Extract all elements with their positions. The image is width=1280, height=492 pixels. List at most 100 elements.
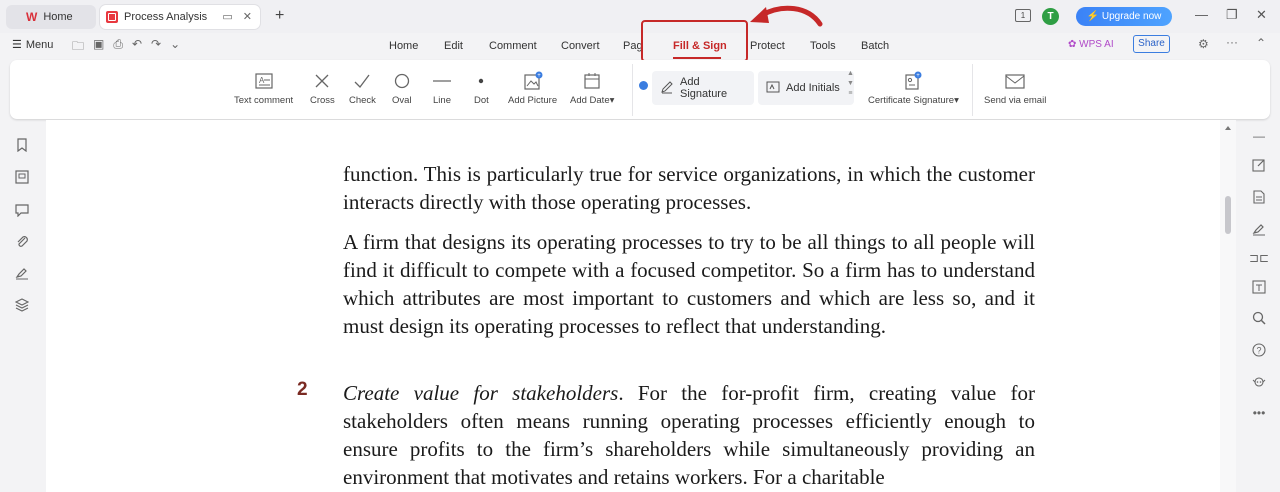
page-badge-icon[interactable]: 1	[1015, 9, 1031, 22]
add-date-tool[interactable]: Add Date▾	[570, 70, 614, 106]
attachment-icon[interactable]	[14, 233, 30, 249]
add-picture-tool[interactable]: + Add Picture	[508, 70, 557, 106]
nav-comment[interactable]: Comment	[489, 40, 537, 52]
line-icon	[432, 70, 452, 92]
nav-tools[interactable]: Tools	[810, 40, 836, 52]
line-label: Line	[433, 95, 451, 106]
signature-panel-icon[interactable]	[14, 265, 30, 281]
tab-home[interactable]: W Home	[6, 5, 96, 29]
certificate-signature-tool[interactable]: + Certificate Signature▾	[868, 70, 959, 106]
pen-icon	[660, 80, 674, 97]
minimize-icon[interactable]: —	[1195, 7, 1208, 22]
document-page: function. This is particularly true for …	[46, 120, 1220, 492]
nav-batch[interactable]: Batch	[861, 40, 889, 52]
scroll-up-arrow-icon[interactable]	[1225, 126, 1231, 130]
chevron-down-icon: ▾	[609, 95, 615, 106]
vertical-scrollbar[interactable]	[1220, 120, 1236, 492]
dot-label: Dot	[474, 95, 489, 106]
send-via-email-tool[interactable]: Send via email	[984, 70, 1046, 106]
nav-home[interactable]: Home	[389, 40, 418, 52]
close-tab-icon[interactable]: ✕	[243, 10, 252, 23]
left-sidebar	[0, 120, 45, 492]
check-icon	[353, 70, 371, 92]
pdf-icon	[106, 11, 118, 23]
line-tool[interactable]: Line	[432, 70, 452, 106]
more-tools-icon[interactable]: •••	[1251, 405, 1267, 421]
bookmark-icon[interactable]	[14, 137, 30, 153]
add-initials-button[interactable]: Add Initials	[758, 71, 854, 105]
highlight-box	[641, 20, 748, 62]
text-comment-label: Text comment	[234, 95, 294, 106]
fill-sign-ribbon: A Text comment Cross Check Oval Line Dot…	[10, 60, 1270, 119]
chevron-down-icon: ▾	[954, 95, 959, 106]
thumbnail-icon[interactable]	[14, 169, 30, 185]
oval-icon	[394, 70, 410, 92]
paragraph-3: Create value for stakeholders. For the f…	[343, 379, 1035, 491]
settings-icon[interactable]: ⚙	[1198, 37, 1209, 51]
scrollbar-thumb[interactable]	[1225, 196, 1231, 234]
comment-icon[interactable]	[14, 202, 30, 218]
collapse-ribbon-icon[interactable]: ⌃	[1256, 36, 1266, 50]
dot-tool[interactable]: Dot	[474, 70, 489, 106]
nav-protect[interactable]: Protect	[750, 40, 785, 52]
wps-ai-button[interactable]: ✿ WPS AI	[1068, 39, 1114, 50]
menu-button[interactable]: ☰ Menu	[12, 38, 54, 52]
svg-text:+: +	[917, 73, 921, 79]
sign-panel-icon[interactable]	[1251, 221, 1267, 237]
text-comment-tool[interactable]: A Text comment	[234, 70, 293, 106]
help-icon[interactable]: ?	[1251, 342, 1267, 358]
add-signature-button[interactable]: Add Signature	[652, 71, 754, 105]
print-icon[interactable]: ⎙	[113, 37, 123, 58]
lightning-icon: ⚡	[1086, 11, 1100, 22]
oval-tool[interactable]: Oval	[392, 70, 412, 106]
svg-text:+: +	[537, 73, 541, 79]
translate-icon[interactable]	[1251, 279, 1267, 295]
chevron-down-icon[interactable]: ⌄	[170, 37, 180, 58]
restore-icon[interactable]: ❐	[1226, 7, 1238, 23]
cross-label: Cross	[310, 95, 335, 106]
paragraph-2: A firm that designs its operating proces…	[343, 230, 1035, 338]
assistant-icon[interactable]	[1251, 374, 1267, 390]
search-icon[interactable]	[1251, 310, 1267, 326]
paragraph-3-italic: Create value for stakeholders	[343, 381, 619, 405]
nav-page[interactable]: Page	[623, 40, 642, 52]
share-button[interactable]: Share	[1133, 35, 1170, 53]
nav-convert[interactable]: Convert	[561, 40, 600, 52]
document-info-icon[interactable]	[1251, 189, 1267, 205]
undo-icon[interactable]: ↶	[132, 37, 142, 58]
red-arrow-icon	[750, 5, 823, 27]
tab-document[interactable]: Process Analysis ▭ ✕	[100, 5, 260, 29]
menu-bar: ☰ Menu 🗀 ▣ ⎙ ↶ ↷ ⌄ Home Edit Comment Con…	[0, 33, 1280, 59]
tab-home-label: Home	[43, 11, 73, 23]
cross-tool[interactable]: Cross	[310, 70, 335, 106]
window-mode-icon[interactable]: ▭	[222, 10, 232, 23]
collapse-panel-icon[interactable]: —	[1251, 128, 1267, 144]
redo-icon[interactable]: ↷	[151, 37, 161, 58]
upgrade-label: Upgrade now	[1101, 11, 1162, 22]
more-icon[interactable]: ···	[1226, 35, 1238, 49]
new-tab-button[interactable]: +	[275, 7, 284, 25]
paragraph-1: function. This is particularly true for …	[343, 162, 1035, 214]
upgrade-button[interactable]: ⚡ Upgrade now	[1076, 7, 1172, 26]
avatar[interactable]: T	[1042, 8, 1059, 25]
add-signature-label: Add Signature	[680, 76, 728, 100]
nav-edit[interactable]: Edit	[444, 40, 463, 52]
calendar-icon	[583, 70, 601, 92]
signature-scroller[interactable]: ▲ ▼ ≡	[847, 69, 854, 99]
layers-icon[interactable]	[14, 297, 30, 313]
dot-icon	[476, 70, 486, 92]
menu-label: Menu	[25, 38, 54, 51]
scroll-down-icon[interactable]: ▼	[847, 79, 854, 89]
close-window-icon[interactable]: ✕	[1256, 7, 1267, 23]
scroll-up-icon[interactable]: ▲	[847, 69, 854, 79]
add-picture-label: Add Picture	[508, 95, 558, 106]
save-icon[interactable]: ▣	[93, 37, 104, 58]
compare-icon[interactable]: ⊐⊏	[1249, 250, 1269, 266]
open-folder-icon[interactable]: 🗀	[72, 37, 84, 58]
check-tool[interactable]: Check	[349, 70, 376, 106]
expand-icon[interactable]: ≡	[847, 89, 854, 99]
certificate-icon: +	[903, 70, 923, 92]
edit-panel-icon[interactable]	[1251, 157, 1267, 173]
signature-info-icon[interactable]	[639, 81, 648, 90]
add-initials-label: Add Initials	[786, 82, 840, 94]
